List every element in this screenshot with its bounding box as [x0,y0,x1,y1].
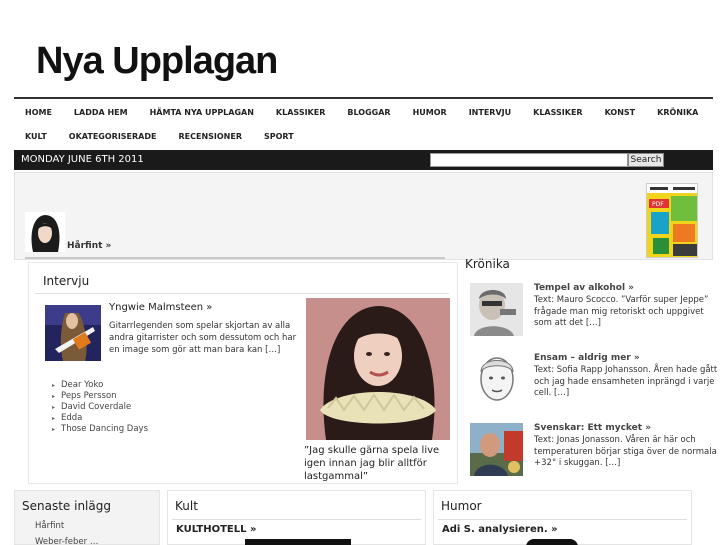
sofia-photo [470,353,523,406]
kult-heading: Kult [175,499,198,513]
date-bar: MONDAY JUNE 6TH 2011 Search [14,150,713,170]
nav-item-sport[interactable]: SPORT [253,132,305,141]
interview-photo-caption[interactable]: ”Jag skulle gärna spela live igen innan … [304,444,459,483]
senaste-item[interactable]: Hårfint [35,521,64,531]
nav-item-home[interactable]: HOME [14,108,63,117]
humor-post-link[interactable]: Adi S. analysieren. » [442,524,558,535]
interview-photo[interactable] [306,298,450,440]
interview-photo-image [306,298,450,440]
intervju-list: Dear Yoko Peps Persson David Coverdale E… [52,380,148,435]
kronika-item-excerpt: Text: Mauro Scocco. ”Varför super Jeppe”… [534,295,709,328]
intervju-heading: Intervju [43,274,90,288]
kult-post-link[interactable]: KULTHOTELL » [176,524,256,535]
search-input[interactable] [430,153,628,167]
kult-post-image[interactable] [245,539,351,545]
kronika-item: Svenskar: Ett mycket » Text: Jonas Jonas… [470,423,725,479]
intervju-list-item[interactable]: Edda [52,413,148,424]
kronika-item-excerpt: Text: Jonas Jonasson. Våren är här och t… [534,435,717,468]
featured-avatar-image [25,212,65,252]
kronika-section: Krönika Tempel av alkohol » Text: Mauro … [458,252,727,484]
section-divider [438,519,687,520]
nav-row-primary: HOME LADDA HEM HÄMTA NYA UPPLAGAN KLASSI… [14,100,709,125]
magazine-cover-image: PDF [647,184,697,257]
yngwie-thumbnail[interactable] [45,305,101,361]
humor-heading: Humor [441,499,482,513]
intervju-list-item[interactable]: Peps Persson [52,391,148,402]
intervju-list-item[interactable]: Dear Yoko [52,380,148,391]
kronika-item: Ensam – aldrig mer » Text: Sofia Rapp Jo… [470,353,725,409]
jonas-photo [470,423,523,476]
yngwie-post-excerpt: Gitarrlegenden som spelar skjortan av al… [109,321,297,355]
kronika-item-excerpt: Text: Sofia Rapp Johansson. Åren hade gå… [534,365,718,398]
nav-item-bloggar[interactable]: BLOGGAR [336,108,401,117]
nav-item-intervju[interactable]: INTERVJU [458,108,522,117]
nav-item-ladda-hem[interactable]: LADDA HEM [63,108,139,117]
featured-excerpt [25,254,455,260]
kronika-item-title[interactable]: Svenskar: Ett mycket » [534,423,651,433]
nav-item-konst[interactable]: KONST [594,108,647,117]
section-divider [172,519,421,520]
featured-link[interactable]: Hårfint » [67,241,111,251]
kronika-thumbnail[interactable] [470,423,523,476]
kronika-item: Tempel av alkohol » Text: Mauro Scocco. … [470,283,725,339]
section-divider [35,293,449,294]
intervju-list-item[interactable]: David Coverdale [52,402,148,413]
intervju-list-item[interactable]: Those Dancing Days [52,424,148,435]
nav-item-kronika[interactable]: KRÖNIKA [646,108,709,117]
excerpt-overflow-text [25,257,445,259]
kronika-thumbnail[interactable] [470,353,523,406]
nav-item-humor[interactable]: HUMOR [402,108,458,117]
kronika-item-title[interactable]: Tempel av alkohol » [534,283,634,293]
nav-item-hamta-nya-upplagan[interactable]: HÄMTA NYA UPPLAGAN [139,108,265,117]
nav-item-kult[interactable]: KULT [14,132,58,141]
kronika-thumbnail[interactable] [470,283,523,336]
humor-post-image[interactable] [526,539,578,545]
kronika-item-title[interactable]: Ensam – aldrig mer » [534,353,640,363]
featured-slider: Hårfint » PDF [14,172,713,260]
intervju-section: Intervju Yngwie Malmsteen » Gitarrlegend… [28,262,458,484]
nav-item-klassiker-2[interactable]: KLASSIKER [522,108,593,117]
main-nav: HOME LADDA HEM HÄMTA NYA UPPLAGAN KLASSI… [14,97,713,147]
magazine-pdf-label: PDF [652,201,664,208]
yngwie-post-title[interactable]: Yngwie Malmsteen » [109,302,212,313]
featured-avatar[interactable] [25,212,65,252]
senaste-heading: Senaste inlägg [22,499,111,513]
nav-item-okategoriserade[interactable]: OKATEGORISERADE [58,132,168,141]
nav-row-secondary: KULT OKATEGORISERADE RECENSIONER SPORT [14,124,305,149]
nav-item-recensioner[interactable]: RECENSIONER [167,132,253,141]
search-button[interactable]: Search [628,153,664,167]
current-date: MONDAY JUNE 6TH 2011 [21,154,144,165]
kronika-heading: Krönika [465,257,510,271]
senaste-inlagg-box: Senaste inlägg Hårfint Weber-feber … [14,490,160,545]
site-logo[interactable]: Nya Upplagan [36,40,278,83]
yngwie-photo [45,305,101,361]
kult-box: Kult KULTHOTELL » [167,490,426,545]
humor-box: Humor Adi S. analysieren. » [433,490,692,545]
mauro-photo [470,283,523,336]
nav-item-klassiker[interactable]: KLASSIKER [265,108,336,117]
magazine-cover[interactable]: PDF [646,183,698,258]
senaste-item[interactable]: Weber-feber … [35,537,98,545]
